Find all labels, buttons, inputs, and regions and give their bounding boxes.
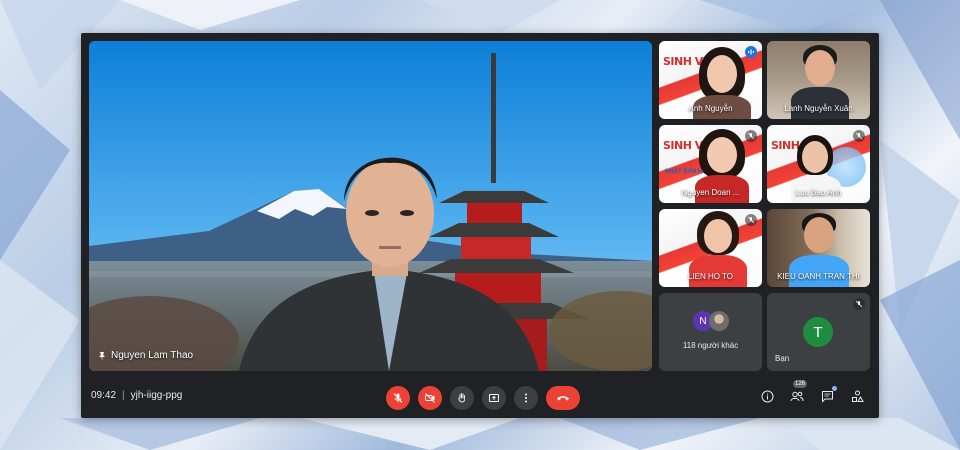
present-screen-button[interactable] xyxy=(482,386,506,410)
main-speaker-tile[interactable]: Nguyen Lam Thao xyxy=(89,41,652,371)
more-options-button[interactable] xyxy=(514,386,538,410)
chat-icon xyxy=(821,390,833,403)
others-avatar-photo xyxy=(709,311,729,331)
participant-name: Luu Bao Anh xyxy=(795,188,842,197)
meeting-info-separator: | xyxy=(122,390,125,401)
participant-face xyxy=(805,50,835,86)
self-label: Bạn xyxy=(775,354,790,363)
mic-off-icon xyxy=(393,393,403,403)
participant-name: LIEN HO TO xyxy=(687,272,734,281)
participant-body xyxy=(689,255,747,287)
self-avatar-letter: T xyxy=(813,323,823,341)
meeting-info: 09:42 | yjh-iigg-ppg xyxy=(91,390,182,401)
participant-tile-5[interactable]: LIEN HO TO xyxy=(659,209,762,287)
others-count-label: 118 người khác xyxy=(682,341,739,350)
raise-hand-button[interactable] xyxy=(450,386,474,410)
participant-face xyxy=(704,219,732,253)
more-options-icon xyxy=(525,393,527,403)
self-avatar: T xyxy=(803,317,833,347)
meeting-time: 09:42 xyxy=(91,390,117,401)
bottom-toolbar: 09:42 | yjh-iigg-ppg 126 xyxy=(81,376,879,418)
participant-body xyxy=(791,87,849,119)
participant-tile-6[interactable]: KIEU OANH TRAN THI xyxy=(767,209,870,287)
participant-tile-2[interactable]: Lanh Nguyễn Xuân xyxy=(767,41,870,119)
muted-icon xyxy=(853,298,865,310)
participant-name: Anh Nguyễn xyxy=(688,104,733,113)
participant-name: Nguyen Doan ... xyxy=(681,188,740,197)
hang-up-button[interactable] xyxy=(546,386,580,410)
virtual-background xyxy=(89,41,652,371)
chat-button[interactable] xyxy=(819,386,837,404)
hang-up-icon xyxy=(557,396,569,401)
info-icon xyxy=(761,390,773,402)
speaking-indicator-icon xyxy=(745,46,757,58)
meeting-code: yjh-iigg-ppg xyxy=(130,390,183,401)
participants-button[interactable]: 126 xyxy=(789,380,808,404)
participant-face xyxy=(707,137,737,173)
pin-icon[interactable] xyxy=(97,351,107,361)
side-panel-controls: 126 xyxy=(759,380,865,404)
meet-window: Nguyen Lam Thao SINH VI Anh Nguyễn Lanh … xyxy=(81,33,879,418)
people-icon xyxy=(790,391,804,401)
activities-button[interactable] xyxy=(849,388,865,404)
participant-tile-1[interactable]: SINH VI Anh Nguyễn xyxy=(659,41,762,119)
participant-face xyxy=(707,55,737,93)
raise-hand-icon xyxy=(458,393,465,403)
participant-name: Lanh Nguyễn Xuân xyxy=(784,104,853,113)
participant-name: KIEU OANH TRAN THI xyxy=(777,272,860,281)
participant-body xyxy=(789,255,849,287)
mic-toggle-button[interactable] xyxy=(386,386,410,410)
chat-unread-dot xyxy=(832,386,837,391)
others-tile[interactable]: N 118 người khác xyxy=(659,293,762,371)
main-speaker-name: Nguyen Lam Thao xyxy=(111,350,194,361)
participant-face xyxy=(804,217,834,253)
muted-icon xyxy=(745,130,757,142)
camera-off-icon xyxy=(425,393,435,403)
participant-tile-4[interactable]: SINH VIÊ Luu Bao Anh xyxy=(767,125,870,203)
muted-icon xyxy=(853,130,865,142)
call-controls xyxy=(386,386,580,410)
muted-icon xyxy=(745,214,757,226)
participant-tile-3[interactable]: SINH VI NHẬT BẢN HỌC Nguyen Doan ... xyxy=(659,125,762,203)
self-tile[interactable]: T Bạn xyxy=(767,293,870,371)
main-speaker-name-label: Nguyen Lam Thao xyxy=(97,350,193,361)
meeting-details-button[interactable] xyxy=(759,388,775,404)
participant-face xyxy=(802,141,828,173)
activities-icon xyxy=(851,390,864,402)
participant-count-badge: 126 xyxy=(793,380,808,388)
camera-toggle-button[interactable] xyxy=(418,386,442,410)
others-avatar-letter: N xyxy=(699,315,707,327)
present-screen-icon xyxy=(489,394,499,402)
